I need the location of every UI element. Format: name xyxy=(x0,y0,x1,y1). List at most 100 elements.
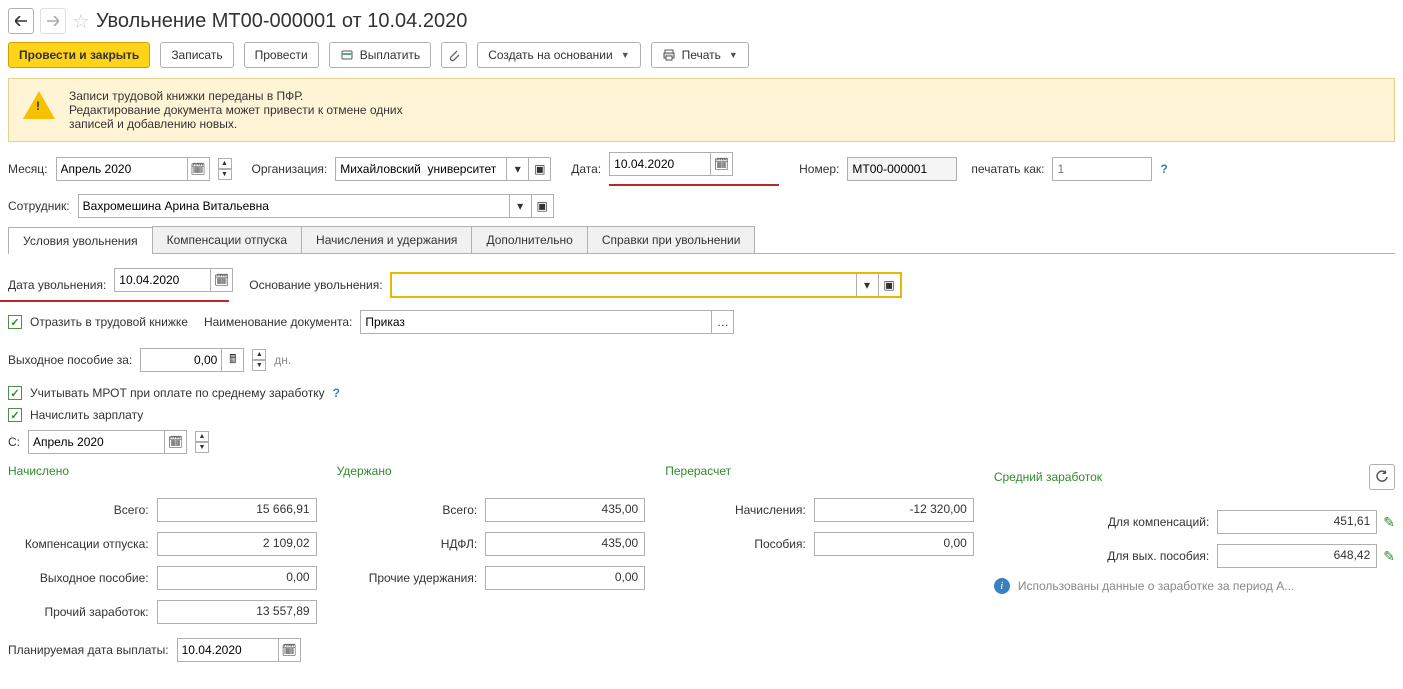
docname-input[interactable] xyxy=(361,311,711,333)
accrued-other[interactable]: 13 557,89 xyxy=(157,600,317,624)
calendar-icon[interactable]: 🗓 xyxy=(710,153,732,175)
withheld-header: Удержано xyxy=(337,464,646,478)
save-button[interactable]: Записать xyxy=(160,42,233,68)
month-field[interactable]: 🗓 xyxy=(56,157,210,181)
employee-label: Сотрудник: xyxy=(8,199,70,213)
withheld-other[interactable]: 0,00 xyxy=(485,566,645,590)
print-button[interactable]: Печать▼ xyxy=(651,42,749,68)
attach-button[interactable] xyxy=(441,42,467,68)
dropdown-icon[interactable]: ▾ xyxy=(856,274,878,296)
severance-spinner[interactable]: ▲▼ xyxy=(252,349,266,371)
printer-icon xyxy=(662,48,676,62)
calendar-icon[interactable]: 🗓 xyxy=(164,431,186,453)
severance-label: Выходное пособие за: xyxy=(8,353,132,367)
accrued-vacation[interactable]: 2 109,02 xyxy=(157,532,317,556)
page-title: Увольнение МТ00-000001 от 10.04.2020 xyxy=(96,10,467,33)
accrued-header: Начислено xyxy=(8,464,317,478)
from-label: С: xyxy=(8,435,20,449)
create-based-on-button[interactable]: Создать на основании▼ xyxy=(477,42,640,68)
mrot-checkbox[interactable]: ✓ xyxy=(8,386,22,400)
date-input[interactable] xyxy=(610,153,710,175)
dismissal-date-input[interactable] xyxy=(115,269,210,291)
caret-down-icon: ▼ xyxy=(729,50,738,60)
month-spinner[interactable]: ▲▼ xyxy=(218,158,232,180)
from-field[interactable]: 🗓 xyxy=(28,430,187,454)
employee-input[interactable] xyxy=(79,195,509,217)
open-icon[interactable]: ▣ xyxy=(878,274,900,296)
calculator-icon[interactable]: 🖩 xyxy=(221,349,243,371)
org-label: Организация: xyxy=(252,162,328,176)
printas-input[interactable] xyxy=(1052,157,1152,181)
employee-field[interactable]: ▾ ▣ xyxy=(78,194,554,218)
month-label: Месяц: xyxy=(8,162,48,176)
avg-comp[interactable]: 451,61 xyxy=(1217,510,1377,534)
nav-back-button[interactable] xyxy=(8,8,34,34)
avg-info-text: Использованы данные о заработке за перио… xyxy=(1018,579,1294,593)
dropdown-icon[interactable]: ▾ xyxy=(509,195,531,217)
recalc-benefits[interactable]: 0,00 xyxy=(814,532,974,556)
calendar-icon[interactable]: 🗓 xyxy=(187,158,209,180)
warning-icon xyxy=(23,91,55,119)
tab-accruals[interactable]: Начисления и удержания xyxy=(301,226,472,253)
from-input[interactable] xyxy=(29,431,164,453)
mrot-label: Учитывать МРОТ при оплате по среднему за… xyxy=(30,386,325,400)
basis-label: Основание увольнения: xyxy=(249,278,382,292)
accrued-severance[interactable]: 0,00 xyxy=(157,566,317,590)
planned-date-input[interactable] xyxy=(178,639,278,661)
pay-icon xyxy=(340,48,354,62)
post-button[interactable]: Провести xyxy=(244,42,319,68)
dropdown-icon[interactable]: ▾ xyxy=(506,158,528,180)
caret-down-icon: ▼ xyxy=(621,50,630,60)
post-and-close-button[interactable]: Провести и закрыть xyxy=(8,42,150,68)
basis-input[interactable] xyxy=(392,274,856,296)
warning-banner: Записи трудовой книжки переданы в ПФР. Р… xyxy=(8,78,1395,142)
tab-vacation-comp[interactable]: Компенсации отпуска xyxy=(152,226,302,253)
paperclip-icon xyxy=(447,48,461,62)
withheld-ndfl[interactable]: 435,00 xyxy=(485,532,645,556)
open-icon[interactable]: ▣ xyxy=(531,195,553,217)
ellipsis-icon[interactable]: … xyxy=(711,311,733,333)
recalc-header: Перерасчет xyxy=(665,464,974,478)
calendar-icon[interactable]: 🗓 xyxy=(278,639,300,661)
nav-forward-button[interactable] xyxy=(40,8,66,34)
tab-additional[interactable]: Дополнительно xyxy=(471,226,587,253)
tab-conditions[interactable]: Условия увольнения xyxy=(8,227,153,254)
help-icon[interactable]: ? xyxy=(333,386,340,400)
month-input[interactable] xyxy=(57,158,187,180)
planned-date-field[interactable]: 🗓 xyxy=(177,638,301,662)
withheld-total[interactable]: 435,00 xyxy=(485,498,645,522)
favorite-star-icon[interactable]: ☆ xyxy=(72,9,90,34)
docname-label: Наименование документа: xyxy=(204,315,352,329)
refresh-icon xyxy=(1375,470,1389,484)
dismissal-date-field[interactable]: 🗓 xyxy=(114,268,233,292)
printas-label: печатать как: xyxy=(971,162,1044,176)
date-label: Дата: xyxy=(571,162,601,176)
severance-input[interactable] xyxy=(141,349,221,371)
pay-button[interactable]: Выплатить xyxy=(329,42,432,68)
tab-certificates[interactable]: Справки при увольнении xyxy=(587,226,756,253)
date-field[interactable]: 🗓 xyxy=(609,152,733,176)
reflect-checkbox[interactable]: ✓ xyxy=(8,315,22,329)
org-field[interactable]: ▾ ▣ xyxy=(335,157,551,181)
accrued-total[interactable]: 15 666,91 xyxy=(157,498,317,522)
severance-unit: дн. xyxy=(274,353,291,367)
edit-icon[interactable]: ✎ xyxy=(1383,548,1395,565)
open-icon[interactable]: ▣ xyxy=(528,158,550,180)
calendar-icon[interactable]: 🗓 xyxy=(210,269,232,291)
refresh-button[interactable] xyxy=(1369,464,1395,490)
severance-field[interactable]: 🖩 xyxy=(140,348,244,372)
number-input[interactable] xyxy=(847,157,957,181)
org-input[interactable] xyxy=(336,158,506,180)
basis-field[interactable]: ▾ ▣ xyxy=(391,273,901,297)
avg-sev[interactable]: 648,42 xyxy=(1217,544,1377,568)
payroll-label: Начислить зарплату xyxy=(30,408,143,422)
reflect-label: Отразить в трудовой книжке xyxy=(30,315,188,329)
payroll-checkbox[interactable]: ✓ xyxy=(8,408,22,422)
help-icon[interactable]: ? xyxy=(1160,162,1167,176)
from-spinner[interactable]: ▲▼ xyxy=(195,431,209,453)
info-icon: i xyxy=(994,578,1010,594)
edit-icon[interactable]: ✎ xyxy=(1383,514,1395,531)
docname-field[interactable]: … xyxy=(360,310,734,334)
planned-date-label: Планируемая дата выплаты: xyxy=(8,643,169,657)
recalc-accruals[interactable]: -12 320,00 xyxy=(814,498,974,522)
